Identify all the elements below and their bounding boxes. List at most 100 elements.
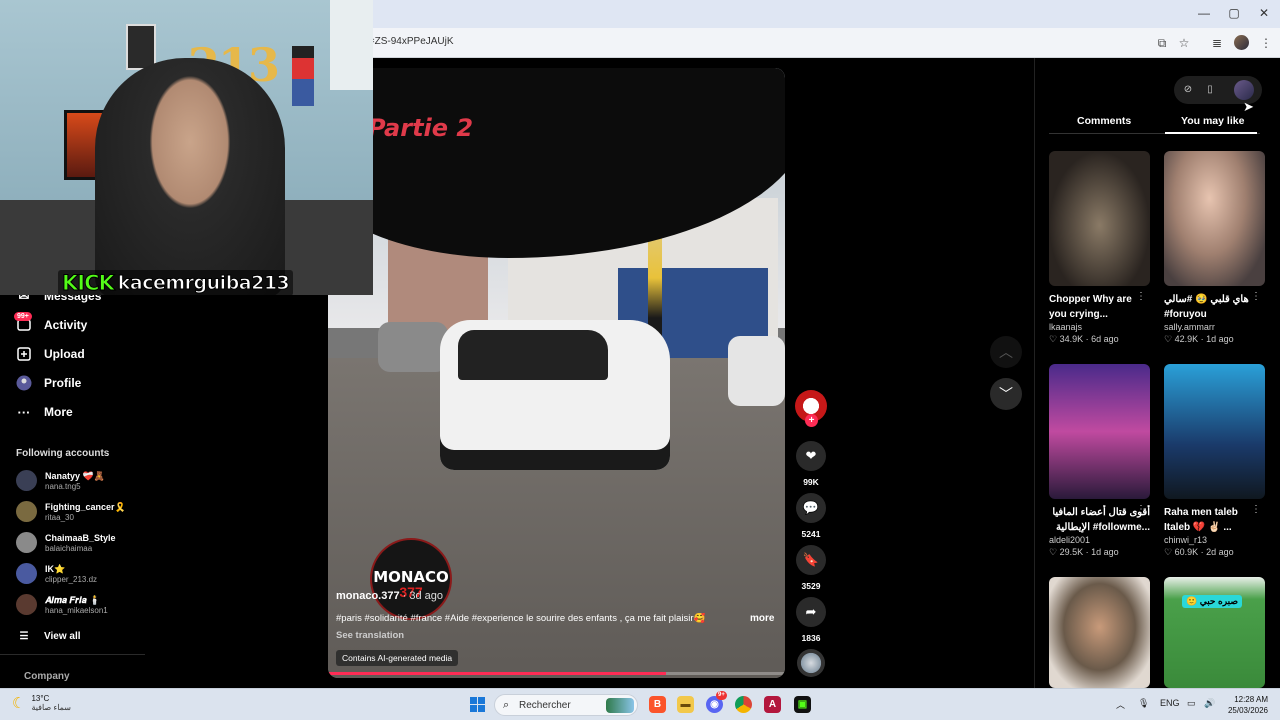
card-thumbnail[interactable]: [1049, 364, 1150, 499]
video-card[interactable]: ⋮ هاي قلبي 🥹 #سالي #foruyou sally.ammarr…: [1164, 151, 1265, 345]
like-action[interactable]: ❤ 99K: [795, 441, 827, 487]
search-placeholder: Rechercher: [519, 700, 571, 711]
following-account[interactable]: IK⭐ clipper_213.dz: [16, 563, 97, 584]
sidebar-item-more[interactable]: ··· More: [16, 404, 73, 420]
user-avatar[interactable]: [1234, 80, 1254, 100]
see-translation-link[interactable]: See translation: [336, 630, 404, 641]
browser-profile-avatar[interactable]: [1234, 35, 1249, 50]
card-author[interactable]: aldeli2001: [1049, 535, 1150, 545]
video-card[interactable]: ⋮ Chopper Why are you crying... lkaanajs…: [1049, 151, 1150, 345]
video-car: [728, 336, 785, 406]
account-handle: hana_mikaelson1: [45, 605, 108, 615]
card-thumbnail[interactable]: [1164, 364, 1265, 499]
ai-notice: Contains AI-generated media: [336, 650, 459, 666]
card-author[interactable]: sally.ammarr: [1164, 322, 1265, 332]
card-author[interactable]: lkaanajs: [1049, 322, 1150, 332]
account-name: ChaimaaB_Style: [45, 532, 116, 543]
webcam-streamer: [95, 58, 285, 295]
tray-chevron-icon[interactable]: ︿: [1116, 698, 1125, 711]
compass-icon[interactable]: ⊘: [1181, 83, 1195, 97]
chrome-icon[interactable]: [735, 696, 752, 713]
account-name: Fighting_cancer🎗️: [45, 501, 126, 512]
weather-temp: 13°C: [31, 694, 50, 703]
webcam-overlay: 213 KICK kacemrguiba213: [0, 0, 373, 295]
active-tab-indicator: [1165, 132, 1257, 134]
sidebar-item-upload[interactable]: Upload: [16, 346, 85, 362]
bookmark-icon[interactable]: 🔖: [796, 545, 826, 575]
avatar: [16, 594, 37, 615]
view-all-link[interactable]: ☰ View all: [16, 628, 81, 644]
card-thumbnail[interactable]: [1049, 577, 1150, 688]
card-stats: ♡ 42.9K · 1d ago: [1164, 334, 1234, 344]
video-author-line[interactable]: monaco.377 · 3d ago: [336, 590, 443, 602]
language-indicator[interactable]: ENG: [1160, 698, 1180, 708]
heart-icon[interactable]: ❤: [796, 441, 826, 471]
card-likes: 42.9K: [1174, 334, 1199, 344]
windows-start-icon[interactable]: [470, 697, 485, 712]
network-icon[interactable]: ▭: [1187, 698, 1196, 709]
more-button[interactable]: more: [750, 613, 774, 624]
save-action[interactable]: 🔖 3529: [795, 545, 827, 591]
card-thumbnail[interactable]: [1164, 577, 1265, 688]
activity-icon: 99+: [14, 312, 32, 333]
url-text[interactable]: t=ZS-94xPPeJAUjK: [366, 36, 454, 47]
card-title: Chopper Why are you crying...: [1049, 294, 1132, 320]
account-handle: balaichaimaa: [45, 543, 93, 553]
video-author[interactable]: monaco.377: [336, 590, 400, 602]
tab-comments[interactable]: Comments: [1077, 115, 1131, 127]
sidebar-item-label: Upload: [44, 347, 85, 361]
browser-menu-icon[interactable]: ⋮: [1258, 35, 1274, 51]
card-menu-icon[interactable]: ⋮: [1136, 291, 1146, 302]
app-icon[interactable]: A: [764, 696, 781, 713]
video-progress-bar[interactable]: [328, 672, 785, 675]
following-account[interactable]: 𝑨𝒍𝒎𝒂 𝑭𝒓𝒊𝒂 🕯️ hana_mikaelson1: [16, 594, 108, 615]
card-menu-icon[interactable]: ⋮: [1251, 504, 1261, 515]
discord-icon[interactable]: ◉ 9+: [706, 691, 727, 713]
following-account[interactable]: Fighting_cancer🎗️ ritaa_30: [16, 501, 126, 522]
search-highlight-image: [606, 698, 634, 713]
card-thumbnail[interactable]: [1049, 151, 1150, 286]
video-card[interactable]: [1049, 577, 1150, 688]
weather-widget[interactable]: ☾ 13°C سماء صافية: [12, 694, 71, 712]
video-player[interactable]: Partie 2 MONACO 377 monaco.377 · 3d ago …: [328, 68, 785, 678]
video-card[interactable]: ⋮ أقوى قتال أعضاء المافيا الإيطالية #fol…: [1049, 364, 1150, 558]
video-card[interactable]: 🙂 صبره حبي: [1164, 577, 1265, 688]
media-controls-icon[interactable]: ≣: [1209, 35, 1225, 51]
company-link[interactable]: Company: [24, 671, 70, 682]
card-menu-icon[interactable]: ⋮: [1136, 504, 1146, 515]
comment-icon[interactable]: 💬: [796, 493, 826, 523]
divider: [0, 654, 145, 655]
card-menu-icon[interactable]: ⋮: [1251, 291, 1261, 302]
kick-banner: KICK kacemrguiba213: [58, 270, 294, 295]
sidebar-item-profile[interactable]: Profile: [16, 375, 81, 391]
brave-icon[interactable]: B: [649, 696, 666, 713]
maximize-button[interactable]: ▢: [1222, 4, 1246, 22]
follow-plus-button[interactable]: +: [805, 414, 818, 427]
share-action[interactable]: ➦ 1836: [795, 597, 827, 643]
bookmark-star-icon[interactable]: ☆: [1176, 35, 1192, 51]
chevron-down-icon[interactable]: ﹀: [990, 378, 1022, 410]
card-thumbnail[interactable]: [1164, 151, 1265, 286]
taskbar-search[interactable]: ⌕ Rechercher: [494, 694, 638, 716]
comment-action[interactable]: 💬 5241: [795, 493, 827, 539]
card-stats: ♡ 60.9K · 2d ago: [1164, 547, 1234, 557]
card-author[interactable]: chinwi_r13: [1164, 535, 1265, 545]
file-explorer-icon[interactable]: ▬: [677, 696, 694, 713]
sidebar-item-activity[interactable]: 99+ Activity: [14, 312, 87, 333]
chevron-up-icon[interactable]: ︿: [990, 336, 1022, 368]
taskbar-clock[interactable]: 12:28 AM 25/03/2026: [1222, 694, 1268, 716]
kick-app-icon[interactable]: ▣: [794, 696, 811, 713]
tab-you-may-like[interactable]: You may like: [1181, 115, 1244, 127]
install-app-icon[interactable]: ⧉: [1154, 35, 1170, 51]
following-title: Following accounts: [16, 448, 110, 459]
minimize-button[interactable]: —: [1192, 4, 1216, 22]
following-account[interactable]: Nanatyy ❤️‍🩹🧸 nana.tng5: [16, 470, 105, 491]
close-window-button[interactable]: ✕: [1252, 4, 1276, 22]
phone-icon[interactable]: ▯: [1203, 83, 1217, 97]
following-account[interactable]: ChaimaaB_Style balaichaimaa: [16, 532, 116, 553]
volume-icon[interactable]: 🔊: [1204, 698, 1215, 709]
sound-disc[interactable]: [797, 649, 825, 677]
video-card[interactable]: ⋮ Raha men taleb Italeb 💔 ✌🏻 ... chinwi_…: [1164, 364, 1265, 558]
share-icon[interactable]: ➦: [796, 597, 826, 627]
microphone-icon[interactable]: 🎙: [1138, 698, 1149, 709]
